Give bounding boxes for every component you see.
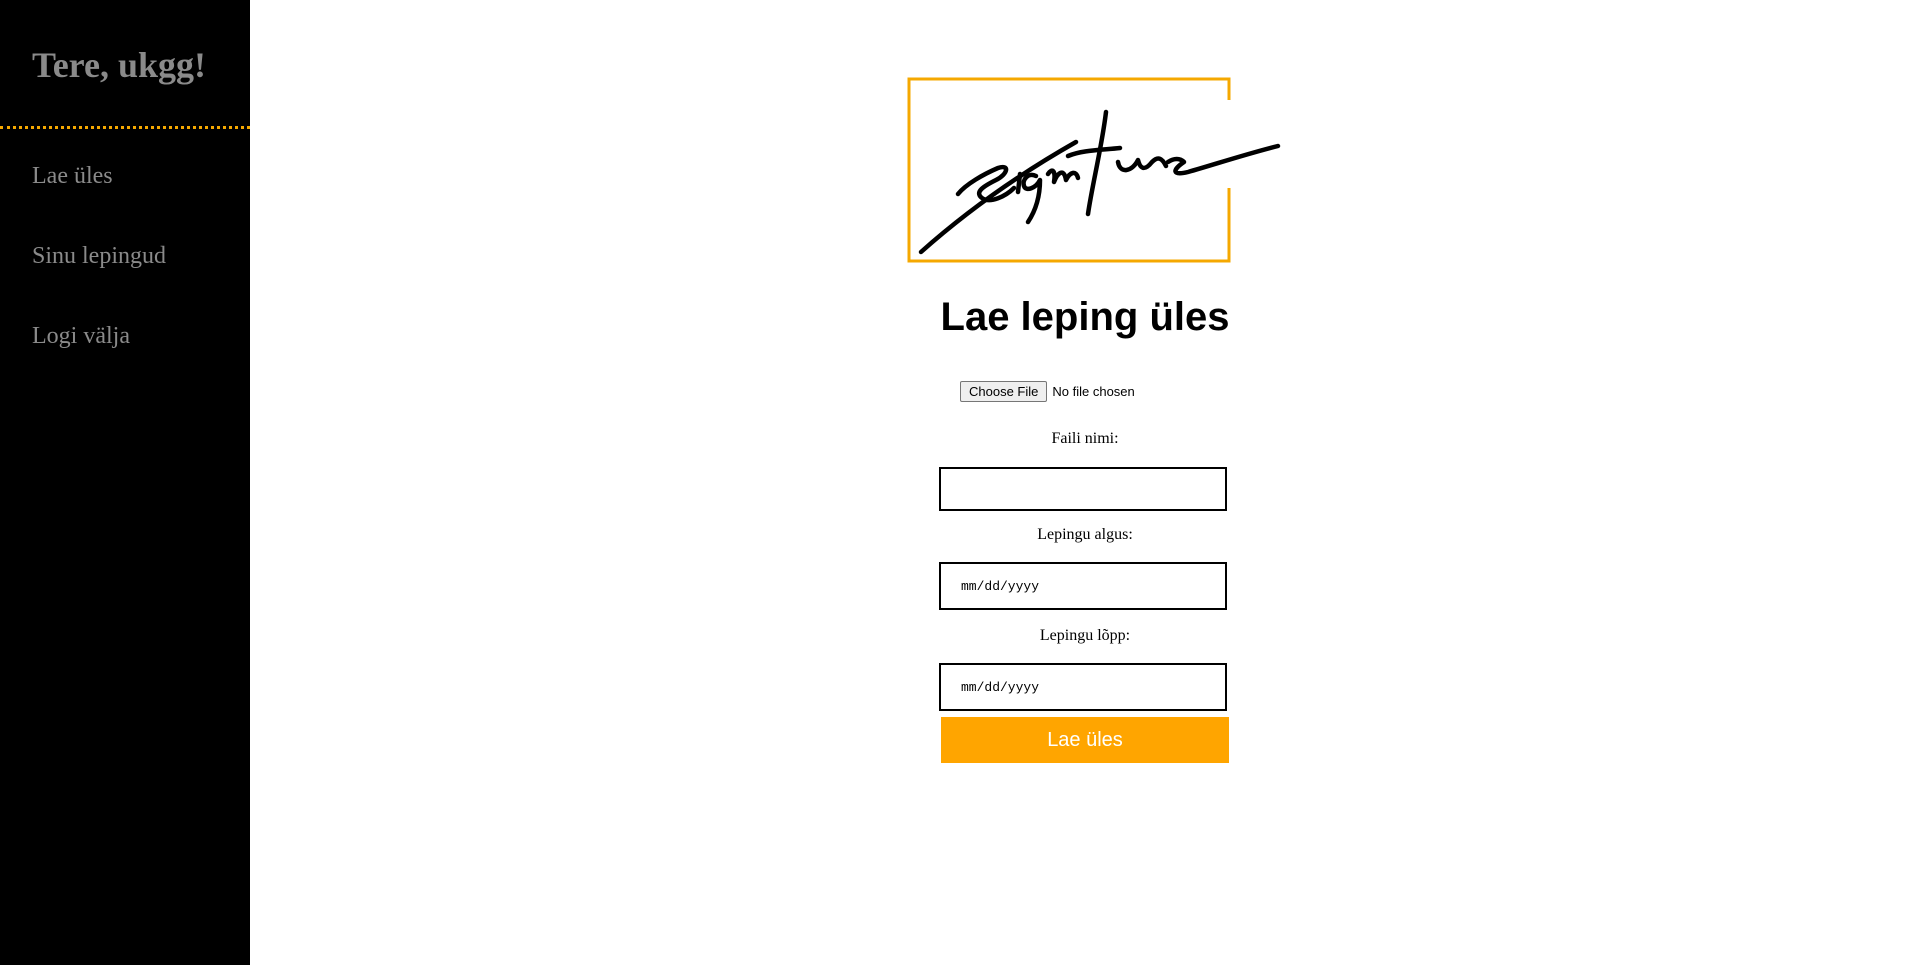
nav-item-upload[interactable]: Lae üles bbox=[32, 163, 113, 190]
nav-item-my-contracts[interactable]: Sinu lepingud bbox=[32, 243, 166, 270]
file-name-input[interactable] bbox=[939, 467, 1227, 511]
file-name-label: Faili nimi: bbox=[1051, 430, 1119, 447]
page-title: Lae leping üles bbox=[940, 295, 1230, 339]
end-date-input[interactable]: mm/dd/yyyy bbox=[939, 663, 1227, 711]
upload-submit-button[interactable]: Lae üles bbox=[941, 717, 1229, 763]
end-date-placeholder: mm/dd/yyyy bbox=[961, 679, 1040, 695]
start-date-placeholder: mm/dd/yyyy bbox=[961, 578, 1040, 594]
signature-logo bbox=[907, 77, 1281, 263]
sidebar-divider bbox=[0, 126, 250, 129]
nav-item-logout[interactable]: Logi välja bbox=[32, 323, 130, 350]
start-date-input[interactable]: mm/dd/yyyy bbox=[939, 562, 1227, 610]
file-status-text: No file chosen bbox=[1052, 384, 1135, 399]
greeting-heading: Tere, ukgg! bbox=[32, 45, 207, 85]
sidebar: Tere, ukgg! Lae üles Sinu lepingud Logi … bbox=[0, 0, 250, 965]
file-upload-row: Choose File No file chosen bbox=[960, 381, 1135, 402]
start-date-label: Lepingu algus: bbox=[1037, 526, 1133, 543]
choose-file-button[interactable]: Choose File bbox=[960, 381, 1048, 402]
end-date-label: Lepingu lõpp: bbox=[1039, 627, 1131, 644]
